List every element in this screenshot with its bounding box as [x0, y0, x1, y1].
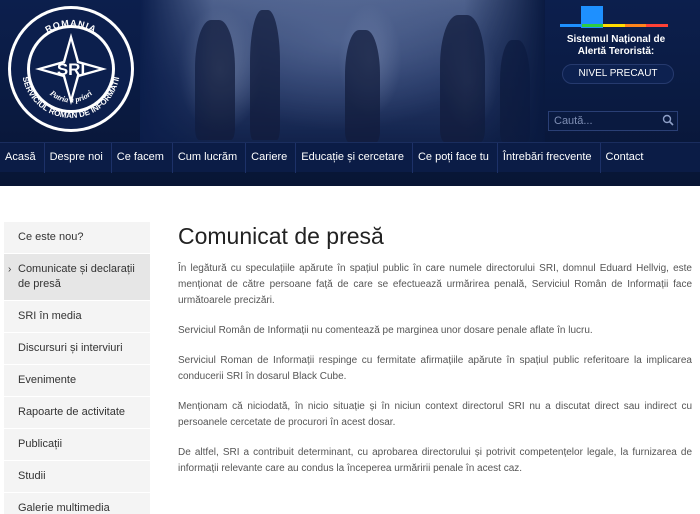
paragraph: În legătură cu speculațiile apărute în s… — [178, 263, 692, 306]
sidebar-item-rapoarte[interactable]: Rapoarte de activitate — [4, 397, 150, 429]
nav-item-cum-lucram[interactable]: Cum lucrăm — [173, 143, 247, 173]
sidebar-item-label: Discursuri și interviuri — [18, 342, 123, 354]
sidebar-item-label: SRI în media — [18, 310, 82, 322]
sidebar-item-label: Publicații — [18, 438, 63, 450]
sidebar-menu: Ce este nou? › Comunicate și declarații d… — [4, 222, 150, 514]
alert-color-2 — [603, 24, 625, 27]
main-content: Comunicat de presă În legătură cu specul… — [178, 222, 692, 491]
nav-item-acasa[interactable]: Acasă — [0, 143, 45, 173]
nav-item-ce-facem[interactable]: Ce facem — [112, 143, 173, 173]
nav-item-educatie[interactable]: Educație și cercetare — [296, 143, 413, 173]
sidebar-item-discursuri[interactable]: Discursuri și interviuri — [4, 333, 150, 365]
main-nav: Acasă Despre noi Ce facem Cum lucrăm Car… — [0, 142, 700, 173]
sidebar-item-label: Evenimente — [18, 374, 77, 386]
sidebar-item-label: Studii — [18, 470, 46, 482]
header-photo — [140, 0, 545, 142]
site-header: SRI ROMANIA SERVICIUL ROMAN DE INFORMATI… — [0, 0, 700, 186]
alert-title: Sistemul Național de Alertă Teroristă: — [566, 34, 666, 57]
search-input[interactable] — [548, 111, 678, 131]
paragraph: Serviciul Roman de Informații respinge c… — [178, 355, 692, 382]
alert-color-3 — [624, 24, 647, 27]
sidebar-item-publicatii[interactable]: Publicații — [4, 429, 150, 461]
nav-item-ce-poti-face[interactable]: Ce poți face tu — [413, 143, 498, 173]
sidebar-item-evenimente[interactable]: Evenimente — [4, 365, 150, 397]
alert-level-badge[interactable]: NIVEL PRECAUT — [562, 64, 674, 84]
alert-color-1 — [581, 24, 604, 27]
alert-color-4 — [646, 24, 668, 27]
paragraph: De altfel, SRI a contribuit determinant,… — [178, 447, 692, 474]
alert-color-scale — [560, 24, 668, 27]
sidebar-item-label: Comunicate și declarații de presă — [18, 263, 135, 290]
chevron-right-icon: › — [8, 264, 12, 275]
paragraph: Serviciul Român de Informații nu comente… — [178, 325, 593, 336]
sidebar-item-comunicate[interactable]: › Comunicate și declarații de presă — [4, 254, 150, 301]
nav-item-cariere[interactable]: Cariere — [246, 143, 297, 173]
search-icon[interactable] — [662, 114, 674, 126]
logo-center-text: SRI — [57, 60, 85, 79]
sidebar-item-label: Galerie multimedia — [18, 502, 110, 514]
nav-item-despre-noi[interactable]: Despre noi — [45, 143, 112, 173]
alert-color-0 — [560, 24, 582, 27]
page-title: Comunicat de presă — [178, 223, 384, 249]
sidebar-item-label: Ce este nou? — [18, 231, 84, 243]
sidebar-item-ce-este-nou[interactable]: Ce este nou? — [4, 222, 150, 254]
sidebar-item-studii[interactable]: Studii — [4, 461, 150, 493]
sidebar-item-label: Rapoarte de activitate — [18, 406, 126, 418]
nav-item-contact[interactable]: Contact — [601, 143, 652, 173]
sidebar-item-galerie[interactable]: Galerie multimedia — [4, 493, 150, 514]
sidebar-item-sri-in-media[interactable]: SRI în media — [4, 301, 150, 333]
paragraph: Menționam că niciodată, în nicio situați… — [178, 401, 692, 428]
sri-logo[interactable]: SRI ROMANIA SERVICIUL ROMAN DE INFORMATI… — [6, 4, 136, 134]
nav-item-intrebari[interactable]: Întrebări frecvente — [498, 143, 601, 173]
